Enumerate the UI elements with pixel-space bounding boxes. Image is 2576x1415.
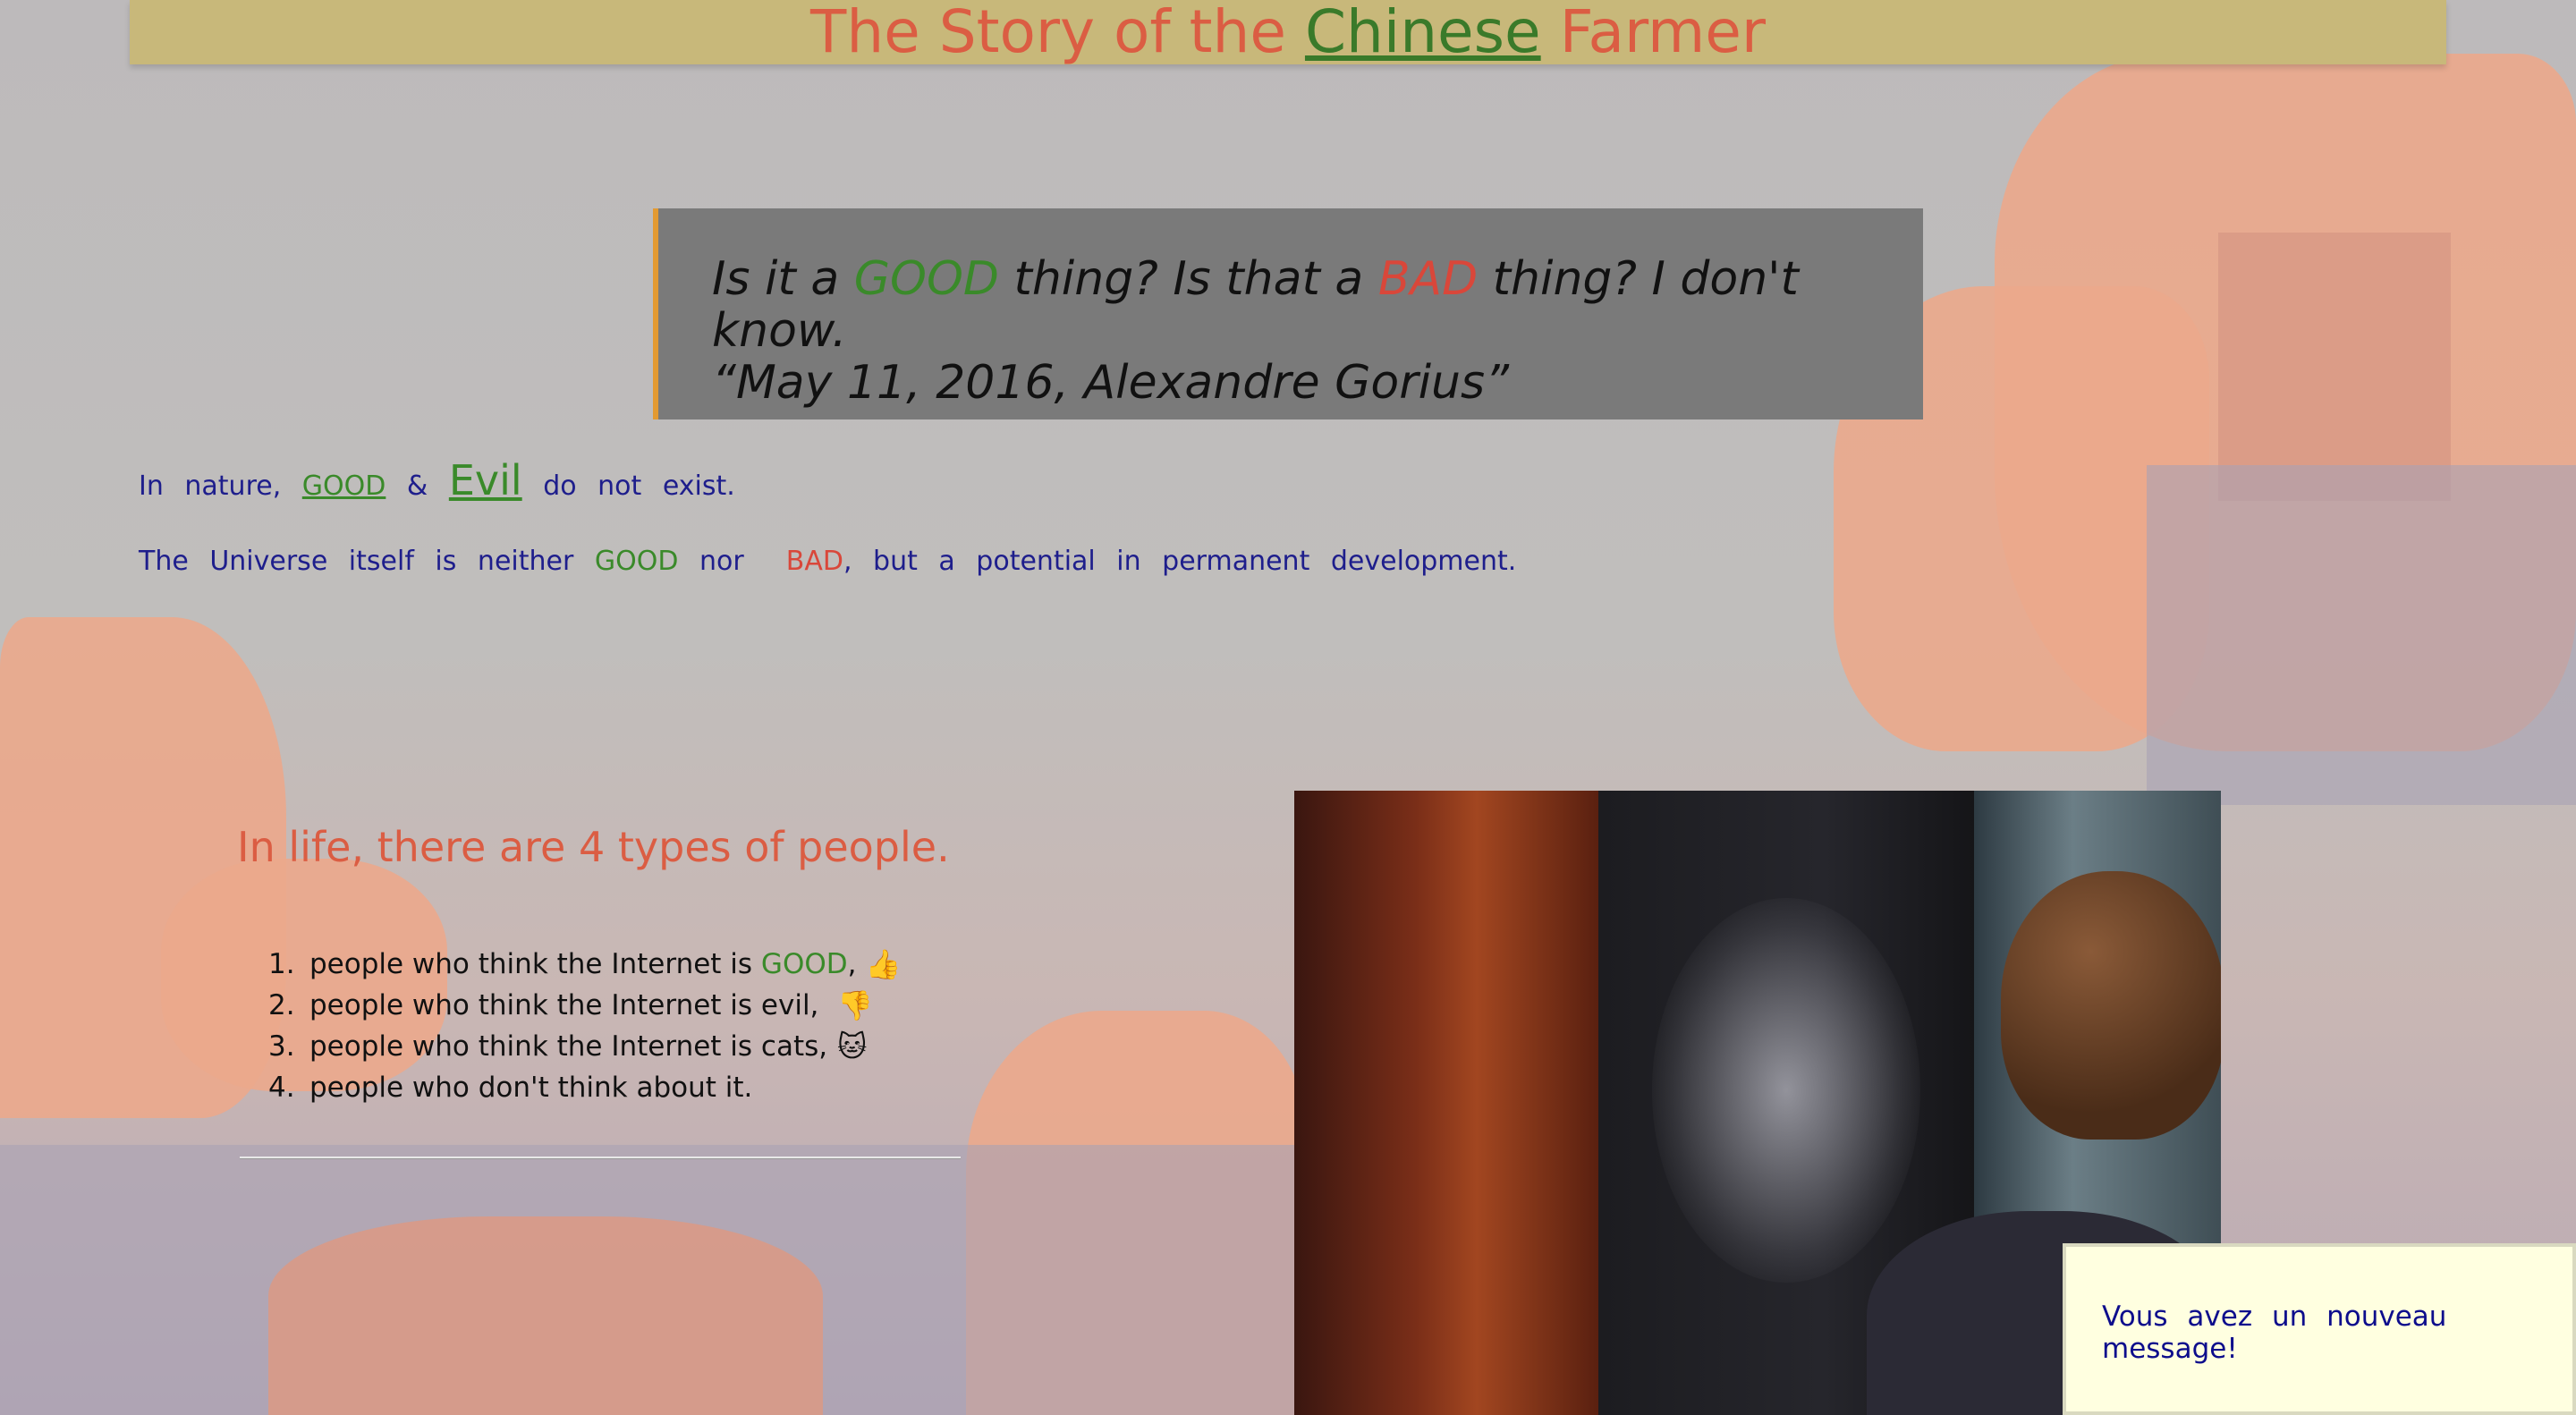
- thumbs-down-icon: 👎: [837, 988, 873, 1022]
- list-number: 1.: [268, 948, 295, 980]
- chinese-link[interactable]: Chinese: [1305, 0, 1541, 66]
- quote-text: thing? Is that a: [998, 252, 1378, 306]
- list-number: 4.: [268, 1072, 295, 1104]
- intro-text: nor: [678, 546, 786, 577]
- list-text-part: people who think the Internet is: [309, 948, 761, 980]
- evil-link[interactable]: Evil: [449, 456, 522, 504]
- good-word: GOOD: [594, 546, 679, 577]
- intro-text: , but a potential in permanent developme…: [843, 546, 1517, 577]
- types-list: 1. people who think the Internet is GOOD…: [268, 944, 901, 1108]
- divider: [240, 1157, 961, 1158]
- intro-text: &: [386, 470, 449, 502]
- quote-block: Is it a GOOD thing? Is that a BAD thing?…: [653, 208, 1923, 419]
- intro-paragraph-1: In nature, GOOD & Evil do not exist.: [139, 456, 735, 504]
- page-header: The Story of the Chinese Farmer: [130, 0, 2446, 64]
- new-message-notification[interactable]: Vous avez un nouveau message!: [2063, 1243, 2576, 1415]
- list-item: 4. people who don't think about it.: [268, 1067, 901, 1108]
- bad-word: BAD: [785, 546, 843, 577]
- good-link[interactable]: GOOD: [302, 470, 386, 502]
- list-item: 1. people who think the Internet is GOOD…: [268, 944, 901, 985]
- intro-text: In nature,: [139, 470, 302, 502]
- intro-text: do not exist.: [521, 470, 735, 502]
- list-text: people who don't think about it.: [309, 1072, 753, 1104]
- intro-text: The Universe itself is neither: [139, 546, 595, 577]
- list-number: 3.: [268, 1030, 295, 1063]
- cat-icon: 🐱: [837, 1029, 868, 1063]
- list-text: people who think the Internet is cats,: [309, 1030, 828, 1063]
- list-number: 2.: [268, 989, 295, 1021]
- quote-bad: BAD: [1377, 252, 1479, 306]
- quote-text: Is it a: [712, 252, 854, 306]
- page-title-start: The Story of the: [810, 0, 1305, 66]
- quote-attribution: “May 11, 2016, Alexandre Gorius”: [712, 356, 1510, 410]
- thumbs-up-icon: 👍: [865, 947, 902, 981]
- list-text-part: ,: [847, 948, 857, 980]
- list-text: people who think the Internet is GOOD,: [309, 944, 856, 985]
- list-item: 3. people who think the Internet is cats…: [268, 1026, 901, 1067]
- types-heading: In life, there are 4 types of people.: [237, 823, 950, 871]
- list-text: people who think the Internet is evil,: [309, 989, 819, 1021]
- good-word: GOOD: [760, 948, 848, 980]
- quote-line-1: Is it a GOOD thing? Is that a BAD thing?…: [712, 253, 1869, 357]
- intro-paragraph-2: The Universe itself is neither GOOD nor …: [139, 546, 1516, 577]
- list-item: 2. people who think the Internet is evil…: [268, 985, 901, 1026]
- notification-text: Vous avez un nouveau message!: [2102, 1301, 2447, 1365]
- quote-good: GOOD: [853, 252, 999, 306]
- page-title-end: Farmer: [1540, 0, 1766, 66]
